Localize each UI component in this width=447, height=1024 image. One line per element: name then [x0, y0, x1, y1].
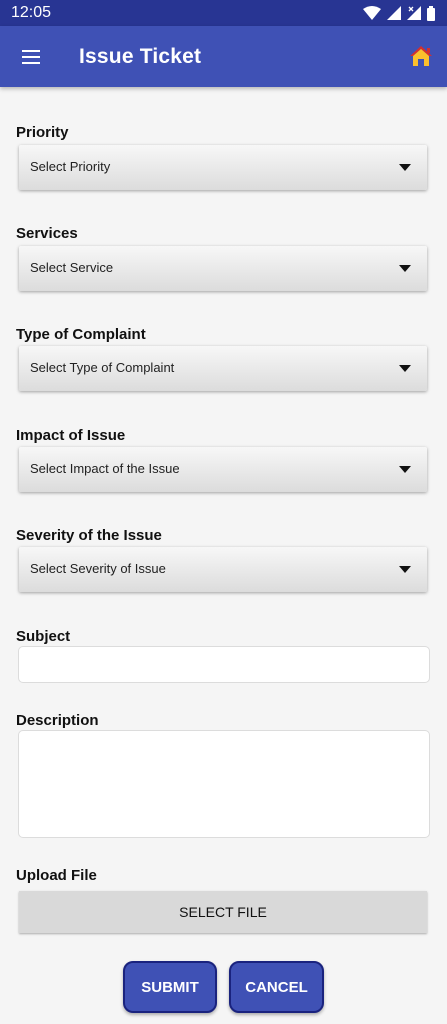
dropdown-arrow-icon: [399, 265, 411, 272]
cancel-button[interactable]: CANCEL: [229, 961, 324, 1013]
complaint-type-label: Type of Complaint: [16, 326, 146, 343]
priority-label: Priority: [16, 124, 69, 141]
severity-select-value: Select Severity of Issue: [30, 561, 166, 576]
wifi-icon: [363, 6, 381, 20]
severity-label: Severity of the Issue: [16, 527, 162, 544]
status-icons: [363, 5, 435, 21]
menu-button[interactable]: [14, 40, 48, 74]
impact-label: Impact of Issue: [16, 427, 126, 444]
impact-select[interactable]: Select Impact of the Issue: [19, 447, 427, 492]
status-time: 12:05: [11, 4, 52, 21]
priority-select-value: Select Priority: [30, 159, 111, 174]
services-select[interactable]: Select Service: [19, 246, 427, 291]
dropdown-arrow-icon: [399, 566, 411, 573]
subject-input[interactable]: [18, 646, 430, 683]
signal-icon: [387, 6, 401, 20]
services-select-value: Select Service: [30, 260, 114, 275]
hamburger-menu-icon: [22, 50, 40, 64]
complaint-type-select[interactable]: Select Type of Complaint: [19, 346, 427, 391]
dropdown-arrow-icon: [399, 365, 411, 372]
app-bar: Issue Ticket: [0, 26, 447, 87]
page-title: Issue Ticket: [79, 45, 202, 68]
home-icon: [410, 46, 432, 66]
description-label: Description: [16, 712, 99, 729]
upload-file-label: Upload File: [16, 867, 97, 884]
impact-select-value: Select Impact of the Issue: [30, 461, 180, 476]
complaint-type-select-value: Select Type of Complaint: [30, 360, 175, 375]
subject-label: Subject: [16, 628, 71, 645]
services-label: Services: [16, 225, 78, 242]
description-textarea[interactable]: [18, 730, 430, 838]
submit-button[interactable]: SUBMIT: [123, 961, 217, 1013]
dropdown-arrow-icon: [399, 164, 411, 171]
battery-icon: [427, 5, 435, 21]
status-bar: 12:05: [0, 0, 447, 26]
severity-select[interactable]: Select Severity of Issue: [19, 547, 427, 592]
priority-select[interactable]: Select Priority: [19, 145, 427, 190]
home-button[interactable]: [407, 42, 435, 70]
signal-no-data-icon: [407, 6, 421, 20]
select-file-button[interactable]: SELECT FILE: [19, 891, 427, 933]
dropdown-arrow-icon: [399, 466, 411, 473]
